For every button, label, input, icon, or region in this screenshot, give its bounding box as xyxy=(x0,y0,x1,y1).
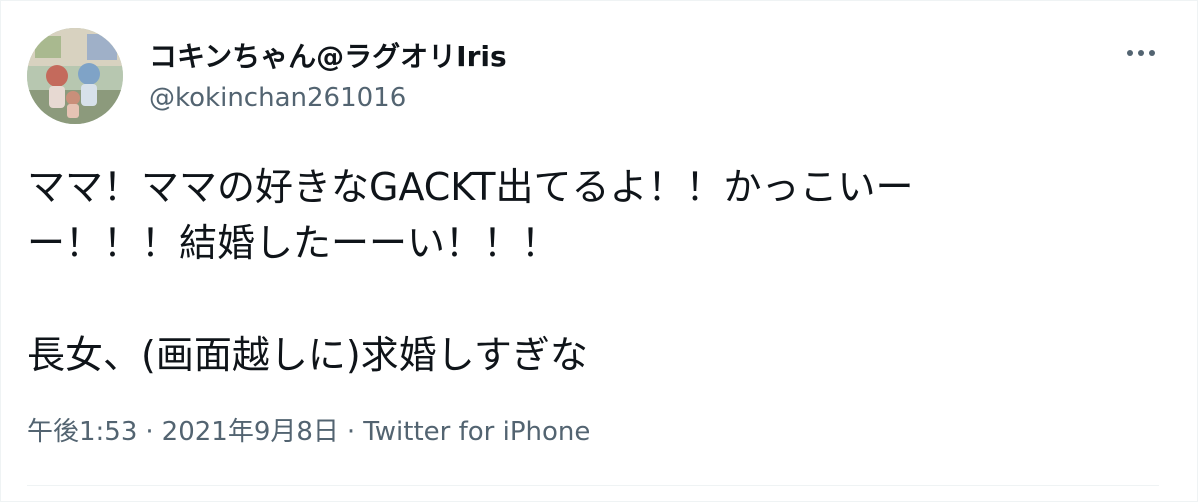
divider xyxy=(27,485,1159,486)
tweet-source[interactable]: Twitter for iPhone xyxy=(363,417,590,447)
meta-separator: · xyxy=(145,417,154,447)
tweet-text: ママ！ママの好きなGACKT出てるよ！！かっこいー ー！！！結婚したーーい！！！… xyxy=(27,165,914,377)
tweet-meta: 午後1:53 · 2021年9月8日 · Twitter for iPhone xyxy=(27,416,590,448)
more-horizontal-icon xyxy=(1127,50,1155,56)
author-handle[interactable]: @kokinchan261016 xyxy=(149,83,406,113)
meta-separator: · xyxy=(346,417,356,447)
author-display-name[interactable]: コキンちゃん@ラグオリIris xyxy=(149,41,507,73)
avatar[interactable] xyxy=(27,28,123,124)
tweet-card: コキンちゃん@ラグオリIris @kokinchan261016 ママ！ママの好… xyxy=(0,0,1198,502)
tweet-date[interactable]: 2021年9月8日 xyxy=(162,417,339,447)
more-options-button[interactable] xyxy=(1119,37,1163,69)
avatar-image xyxy=(27,28,123,124)
tweet-time[interactable]: 午後1:53 xyxy=(27,417,137,447)
